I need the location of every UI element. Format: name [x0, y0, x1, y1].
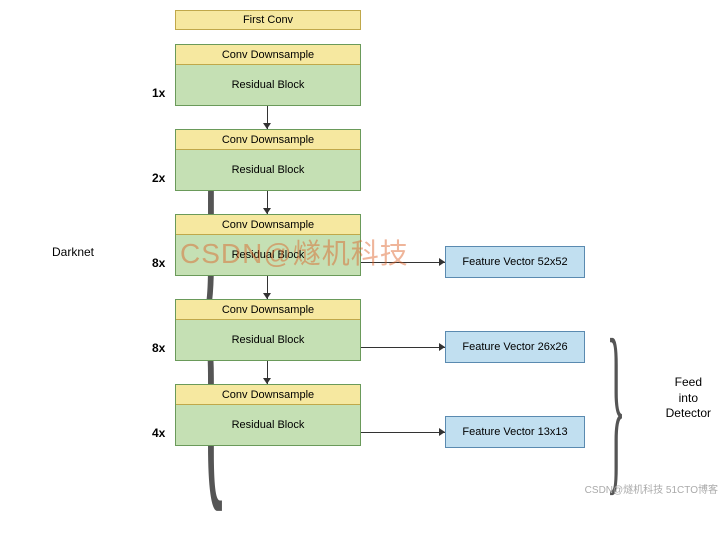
stage-4: Conv Downsample Residual Block	[175, 299, 361, 361]
feature-vector-52: Feature Vector 52x52	[445, 246, 585, 278]
conv-downsample: Conv Downsample	[176, 130, 360, 150]
stage-5: Conv Downsample Residual Block	[175, 384, 361, 446]
detector-label: Feed into Detector	[666, 375, 711, 422]
residual-block: Residual Block	[176, 405, 360, 445]
arrow-head-icon	[263, 123, 271, 129]
arrow-right	[361, 432, 445, 433]
feature-vector-13: Feature Vector 13x13	[445, 416, 585, 448]
darknet-label: Darknet	[52, 245, 94, 259]
arrow-head-icon	[439, 258, 445, 266]
multiplier-2: 2x	[152, 171, 165, 185]
arrow-head-icon	[263, 208, 271, 214]
conv-downsample: Conv Downsample	[176, 385, 360, 405]
arrow-head-icon	[439, 428, 445, 436]
residual-block: Residual Block	[176, 150, 360, 190]
multiplier-5: 4x	[152, 426, 165, 440]
multiplier-1: 1x	[152, 86, 165, 100]
residual-block: Residual Block	[176, 65, 360, 105]
multiplier-4: 8x	[152, 341, 165, 355]
arrow-head-icon	[263, 378, 271, 384]
arrow-head-icon	[263, 293, 271, 299]
feature-vector-26: Feature Vector 26x26	[445, 331, 585, 363]
footer-watermark: CSDN@燧机科技 51CTO博客	[585, 481, 718, 496]
block-first-conv: First Conv	[175, 10, 361, 30]
arrow-head-icon	[439, 343, 445, 351]
stage-1: Conv Downsample Residual Block	[175, 44, 361, 106]
arrow-right	[361, 347, 445, 348]
residual-block: Residual Block	[176, 320, 360, 360]
stage-2: Conv Downsample Residual Block	[175, 129, 361, 191]
watermark: CSDN@燧机科技	[180, 232, 409, 272]
conv-downsample: Conv Downsample	[176, 45, 360, 65]
brace-left: {	[194, 34, 229, 558]
conv-downsample: Conv Downsample	[176, 300, 360, 320]
multiplier-3: 8x	[152, 256, 165, 270]
